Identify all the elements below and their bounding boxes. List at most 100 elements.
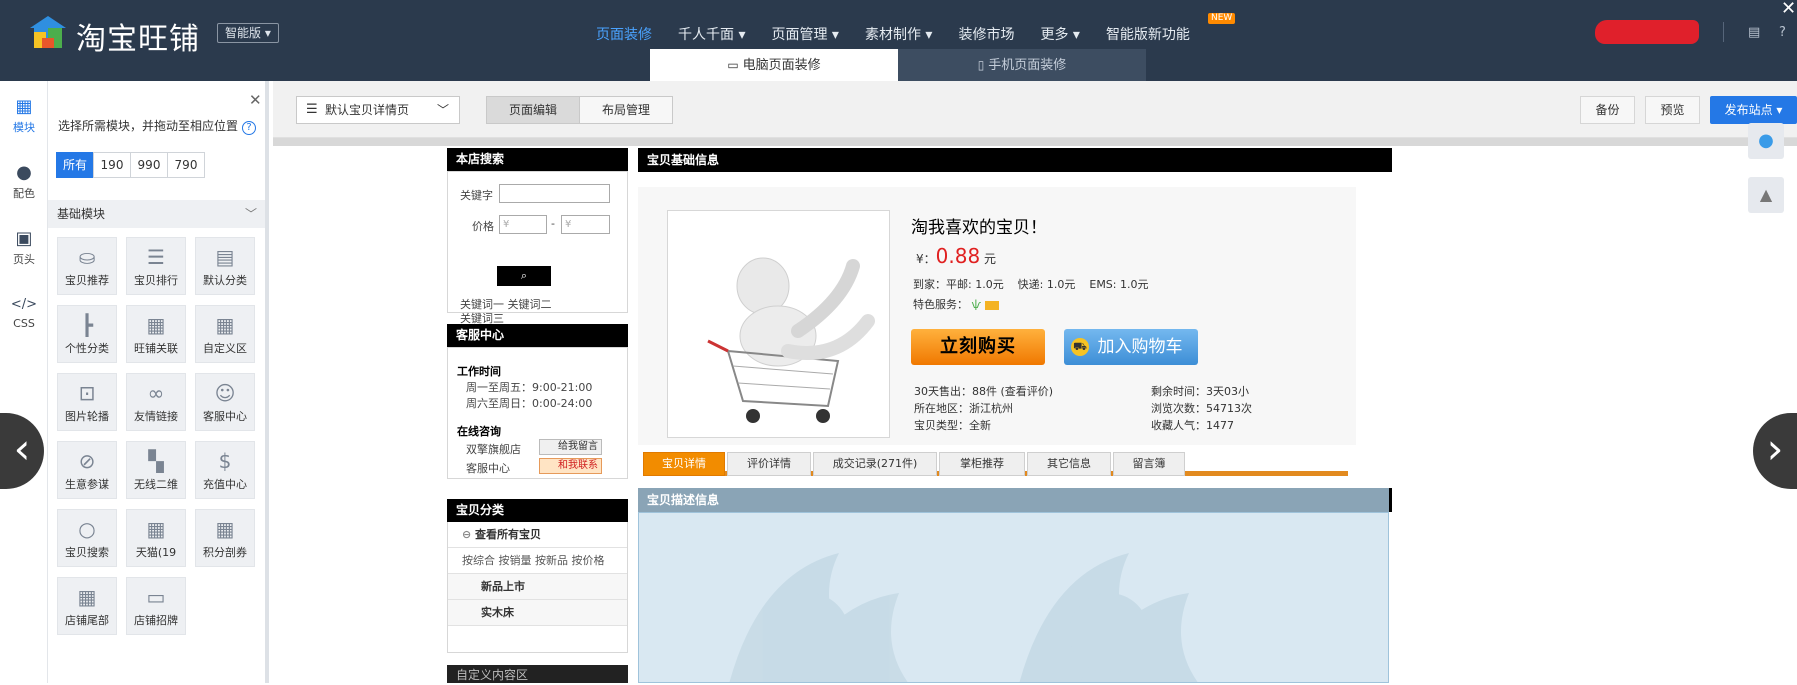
category-item[interactable]: 实木床: [448, 600, 627, 626]
price-max-input[interactable]: ¥: [561, 215, 610, 234]
module-item[interactable]: ┣ 个性分类: [57, 305, 117, 363]
module-item[interactable]: ▚ 无线二维: [126, 441, 186, 499]
rail-header[interactable]: ▣ 页头: [0, 229, 48, 267]
grid-icon: ▦: [215, 313, 235, 337]
tab-product-detail[interactable]: 宝贝详情: [643, 452, 725, 476]
code-icon: </>: [10, 297, 38, 312]
description-dropzone[interactable]: [638, 512, 1389, 683]
product-price-row: ¥：0.88 元: [916, 244, 997, 268]
card-icon: [984, 300, 999, 310]
price-min-input[interactable]: ¥: [499, 215, 547, 234]
help-icon[interactable]: ?: [1779, 25, 1786, 40]
sort-options[interactable]: 按综合 按销量 按新品 按价格: [448, 548, 627, 574]
left-rail: ▦ 模块 ● 配色 ▣ 页头 </> CSS: [0, 81, 48, 683]
nav-material[interactable]: 素材制作 ▾: [865, 24, 932, 44]
tab-guestbook[interactable]: 留言簿: [1113, 452, 1185, 476]
chat-float-button[interactable]: ●: [1748, 123, 1784, 159]
search-button[interactable]: ⌕: [497, 266, 551, 286]
service-block: 工作时间 周一至周五：9:00-21:00 周六至周日：0:00-24:00 在…: [447, 347, 628, 479]
tab-pc-decoration[interactable]: ▭ 电脑页面装修: [650, 49, 898, 81]
arrow-up-icon: ▲: [1759, 185, 1773, 204]
keyword-input[interactable]: [499, 184, 610, 203]
rail-css[interactable]: </> CSS: [0, 295, 48, 330]
tab-mobile-decoration[interactable]: ▯ 手机页面装修: [898, 49, 1146, 81]
tab-other-info[interactable]: 其它信息: [1027, 452, 1111, 476]
module-item[interactable]: ▦ 自定义区: [195, 305, 255, 363]
taobao-logo-icon[interactable]: [28, 14, 68, 50]
module-item[interactable]: ⛀ 宝贝推荐: [57, 237, 117, 295]
close-icon[interactable]: ✕: [1781, 0, 1796, 19]
module-item[interactable]: $ 充值中心: [195, 441, 255, 499]
nav-new-features[interactable]: 智能版新功能: [1106, 24, 1190, 44]
chevron-left-icon: ‹: [13, 424, 31, 473]
module-item[interactable]: ☰ 宝贝排行: [126, 237, 186, 295]
tab-reviews[interactable]: 评价详情: [727, 452, 811, 476]
nav-personalization[interactable]: 千人千面 ▾: [678, 24, 745, 44]
module-item[interactable]: ∞ 友情链接: [126, 373, 186, 431]
top-bar: 淘宝旺铺 智能版 ▾ 页面装修 千人千面 ▾ 页面管理 ▾ 素材制作 ▾ 装修市…: [0, 0, 1797, 81]
page-select-dropdown[interactable]: ☰ 默认宝贝详情页 ﹀: [296, 96, 460, 124]
grid-icon: ▦: [215, 517, 235, 541]
module-item[interactable]: ▦ 积分剖券: [195, 509, 255, 567]
size-tab-790[interactable]: 790: [167, 152, 205, 178]
edition-dropdown[interactable]: 智能版 ▾: [217, 23, 279, 43]
qrcode-icon: ▚: [148, 449, 164, 473]
chevron-down-icon: ﹀: [244, 207, 257, 221]
publish-button[interactable]: 发布站点 ▾: [1710, 96, 1797, 124]
new-badge: NEW: [1208, 13, 1236, 24]
sales-stats-right: 剩余时间：3天03小 浏览次数：54713次 收藏人气：1477: [1151, 385, 1252, 432]
message-icon[interactable]: ▤: [1748, 25, 1760, 40]
module-item[interactable]: ○ 宝贝搜索: [57, 509, 117, 567]
bag-icon: ⛀: [78, 245, 96, 269]
add-to-cart-button[interactable]: ⛟ 加入购物车: [1064, 329, 1198, 365]
help-icon[interactable]: ?: [242, 121, 257, 135]
tab-recommend[interactable]: 掌柜推荐: [939, 452, 1025, 476]
nav-market[interactable]: 装修市场: [958, 24, 1014, 44]
contact-me-button[interactable]: 和我联系: [539, 458, 602, 474]
tab-transactions[interactable]: 成交记录(271件): [813, 452, 937, 476]
redacted-username[interactable]: [1595, 20, 1699, 44]
nav-more[interactable]: 更多 ▾: [1040, 24, 1079, 44]
preview-button[interactable]: 预览: [1645, 96, 1700, 124]
size-tab-990[interactable]: 990: [130, 152, 168, 178]
special-service: 特色服务： ѱ: [913, 296, 999, 312]
grid-icon: ▦: [77, 585, 97, 609]
group-basic-modules[interactable]: 基础模块 ﹀: [48, 200, 265, 228]
tree-icon: ┣: [80, 313, 94, 337]
module-item[interactable]: ▤ 默认分类: [195, 237, 255, 295]
store-search-block: 关键字 价格 ¥ - ¥ ⌕ 关键词一 关键词二 关键词三: [447, 171, 628, 325]
category-title: 宝贝分类: [447, 499, 628, 522]
store-search-title: 本店搜索: [447, 148, 628, 171]
module-item[interactable]: ▦ 天猫(19: [126, 509, 186, 567]
module-panel: ✕ 选择所需模块，并拖动至相应位置? 所有 190 990 790 基础模块 ﹀…: [48, 81, 269, 683]
leave-message-button[interactable]: 给我留言: [539, 439, 602, 455]
editor-workspace: ☰ 默认宝贝详情页 ﹀ 页面编辑 布局管理 备份 预览 发布站点 ▾ 本店搜索 …: [273, 81, 1797, 683]
backup-button[interactable]: 备份: [1580, 96, 1635, 124]
back-to-top-button[interactable]: ▲: [1748, 177, 1784, 213]
product-image[interactable]: [667, 210, 890, 438]
chevron-down-icon: ﹀: [436, 103, 449, 117]
page-edit-button[interactable]: 页面编辑: [486, 96, 580, 124]
nav-page-decoration[interactable]: 页面装修: [596, 24, 652, 44]
module-item[interactable]: ▭ 店铺招牌: [126, 577, 186, 635]
module-item[interactable]: ☺ 客服中心: [195, 373, 255, 431]
nav-page-management[interactable]: 页面管理 ▾: [771, 24, 838, 44]
rail-colors[interactable]: ● 配色: [0, 163, 48, 201]
chat-bubble-icon: ●: [1758, 130, 1774, 151]
module-item[interactable]: ▦ 店铺尾部: [57, 577, 117, 635]
main-nav: 页面装修 千人千面 ▾ 页面管理 ▾ 素材制作 ▾ 装修市场 更多 ▾ 智能版新…: [596, 24, 1216, 44]
module-item[interactable]: ▦ 旺铺关联: [126, 305, 186, 363]
category-block: ⊖ 查看所有宝贝 按综合 按销量 按新品 按价格 新品上市 实木床: [447, 522, 628, 653]
size-tab-all[interactable]: 所有: [56, 152, 94, 178]
size-tab-190[interactable]: 190: [93, 152, 131, 178]
phone-icon: ▯: [977, 58, 989, 72]
category-item[interactable]: 新品上市: [448, 574, 627, 600]
panel-close-icon[interactable]: ✕: [249, 91, 262, 109]
rail-modules[interactable]: ▦ 模块: [0, 97, 48, 135]
module-item[interactable]: ⊘ 生意参谋: [57, 441, 117, 499]
layout-manage-button[interactable]: 布局管理: [579, 96, 673, 124]
module-item[interactable]: ⊡ 图片轮播: [57, 373, 117, 431]
view-all-items[interactable]: ⊖ 查看所有宝贝: [448, 522, 627, 548]
minus-circle-icon: ⊖: [462, 528, 476, 541]
buy-now-button[interactable]: 立刻购买: [911, 329, 1045, 365]
